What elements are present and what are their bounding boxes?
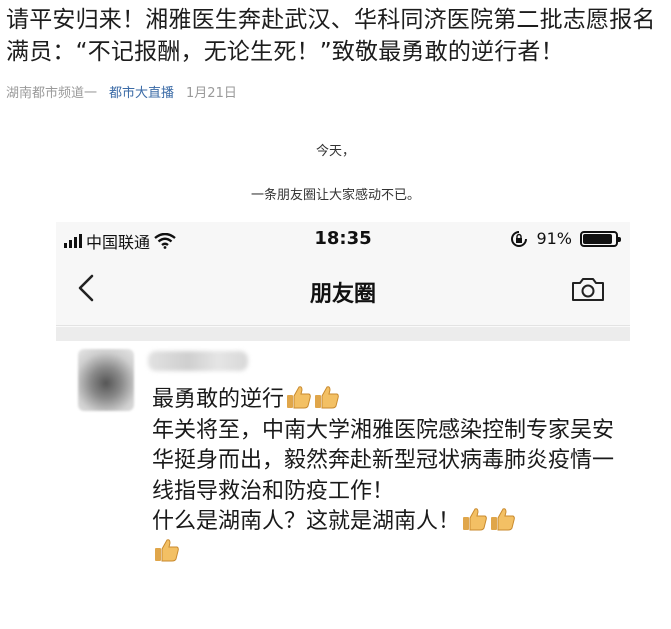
caption-line-2: 一条朋友圈让大家感动不已。	[250, 188, 420, 203]
poster-name-blurred[interactable]	[148, 351, 248, 371]
post-content: 最勇敢的逆行 年关将至，中南大学湘雅医院感染控制专家吴安华挺身而出，毅然奔赴新型…	[152, 385, 622, 568]
status-bar: 中国联通 18:35 91%	[56, 222, 630, 256]
source-tag[interactable]: 都市大直播	[109, 82, 174, 101]
status-right: 91%	[510, 229, 621, 248]
publish-date: 1月21日	[186, 86, 237, 101]
phone-screenshot: 中国联通 18:35 91% 朋友圈 最勇敢的逆行 年关将至，中南大学湘雅医院感…	[56, 222, 630, 629]
thumbs-up-icon	[287, 386, 311, 409]
thumbs-up-icon	[491, 508, 515, 531]
battery-percent: 91%	[536, 229, 572, 248]
thumbs-up-icon	[463, 508, 487, 531]
post-line-2: 年关将至，中南大学湘雅医院感染控制专家吴安华挺身而出，毅然奔赴新型冠状病毒肺炎疫…	[152, 417, 615, 504]
source-name[interactable]: 湖南都市频道一	[6, 82, 97, 101]
post-line-1: 最勇敢的逆行	[152, 385, 622, 416]
camera-icon[interactable]	[570, 274, 606, 304]
divider	[56, 327, 630, 341]
thumbs-up-icon	[155, 538, 179, 561]
nav-bar: 朋友圈	[56, 256, 630, 326]
avatar[interactable]	[78, 349, 134, 411]
battery-fill	[583, 233, 613, 244]
battery-icon	[580, 230, 621, 247]
article-headline: 请平安归来！湘雅医生奔赴武汉、华科同济医院第二批志愿报名满员：“不记报酬，无论生…	[6, 7, 656, 65]
nav-title: 朋友圈	[309, 282, 376, 307]
caption-line-1: 今天，	[315, 144, 355, 159]
moments-post: 最勇敢的逆行 年关将至，中南大学湘雅医院感染控制专家吴安华挺身而出，毅然奔赴新型…	[56, 341, 630, 629]
article-meta: 湖南都市频道一 都市大直播 1月21日	[6, 82, 237, 101]
post-line-3: 什么是湖南人？这就是湖南人！	[152, 507, 622, 568]
rotation-lock-icon	[511, 230, 528, 247]
thumbs-up-icon	[315, 386, 339, 409]
